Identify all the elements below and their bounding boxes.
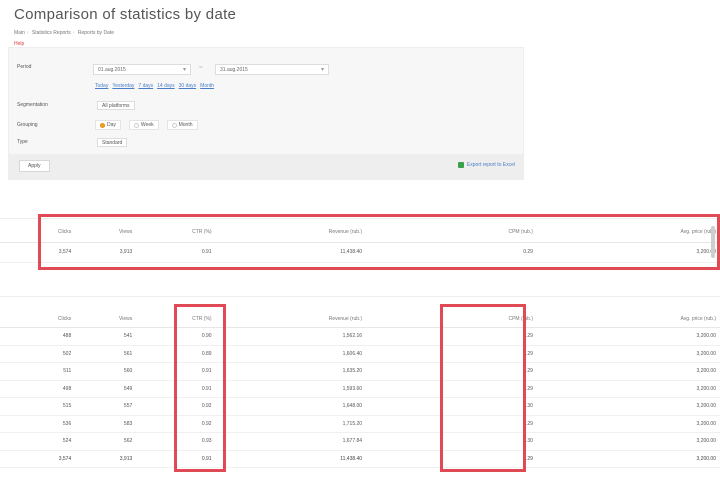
highlight-summary-box (38, 214, 720, 270)
group-option-week[interactable]: Week (128, 120, 159, 130)
table-row: 515 557 0.92 1,648.00 0.30 3,200.00 (0, 397, 720, 416)
table-row: 488 541 0.90 1,562.16 0.29 3,200.00 (0, 327, 720, 346)
type-label: Type (17, 139, 28, 145)
table-cell: 3,200.00 (536, 415, 720, 433)
table-cell: 1,562.16 (215, 327, 367, 346)
calendar-icon: ▾ (320, 67, 324, 73)
breadcrumb-item-main[interactable]: Main (14, 30, 25, 36)
highlight-cpm-column (440, 304, 526, 472)
date-to-input[interactable]: 31.aug.2015 ▾ (215, 64, 329, 75)
table-cell: 3,200.00 (536, 397, 720, 416)
date-separator: ~ (199, 65, 203, 71)
col-header-views[interactable]: Views (75, 310, 137, 328)
table-cell: 515 (0, 397, 76, 416)
quick-range-links: Today Yesterday 7 days 14 days 30 days M… (95, 83, 214, 89)
table-row: 498 549 0.91 1,593.60 0.29 3,200.00 (0, 380, 720, 398)
table-total-row: 3,574 3,913 0.91 11,438.40 0.29 3,200.00 (0, 450, 720, 468)
group-options: Day Week Month (95, 120, 198, 130)
table-cell: 1,635.20 (215, 362, 367, 381)
table-cell: 3,200.00 (536, 432, 720, 451)
breadcrumb: Main › Statistics Reports › Reports by Dat… (14, 30, 115, 36)
table-cell: 3,200.00 (536, 450, 720, 468)
quick-range-today[interactable]: Today (95, 83, 108, 89)
table-cell: 557 (75, 397, 137, 416)
highlight-ctr-column (174, 304, 226, 472)
table-cell: 511 (0, 362, 76, 381)
group-option-month[interactable]: Month (166, 120, 198, 130)
detail-header-row: Clicks Views CTR (%) Revenue (rub.) CPM … (0, 310, 720, 328)
table-cell: 1,648.00 (215, 397, 367, 416)
table-cell: 3,200.00 (536, 327, 720, 346)
table-cell: 562 (75, 432, 137, 451)
quick-range-14[interactable]: 14 days (157, 83, 175, 89)
excel-icon (457, 162, 464, 168)
filter-panel: Period 01.aug.2015 ▾ ~ 31.aug.2015 ▾ Today… (8, 47, 524, 180)
col-header-revenue[interactable]: Revenue (rub.) (215, 310, 367, 328)
table-cell: 498 (0, 380, 76, 398)
table-cell: 524 (0, 432, 76, 451)
export-excel-link[interactable]: Export report to Excel (457, 162, 515, 168)
col-header-avg-price[interactable]: Avg. price (rub.) (536, 310, 720, 328)
apply-button[interactable]: Apply (19, 160, 50, 172)
table-cell: 549 (75, 380, 137, 398)
table-cell: 3,913 (75, 450, 137, 468)
table-cell: 3,200.00 (536, 380, 720, 398)
breadcrumb-item-current: Reports by Date (77, 30, 115, 36)
group-option-day[interactable]: Day (95, 120, 121, 130)
page-title: Comparison of statistics by date (14, 6, 237, 23)
date-from-input[interactable]: 01.aug.2015 ▾ (93, 64, 191, 75)
table-cell: 1,677.84 (215, 432, 367, 451)
quick-range-30[interactable]: 30 days (179, 83, 197, 89)
breadcrumb-item-statistics[interactable]: Statistics Reports (32, 30, 71, 36)
table-row: 502 561 0.89 1,606.40 0.29 3,200.00 (0, 345, 720, 363)
period-label: Period (17, 64, 32, 70)
table-cell: 3,200.00 (536, 345, 720, 363)
quick-range-7[interactable]: 7 days (138, 83, 153, 89)
table-row: 524 562 0.93 1,677.84 0.30 3,200.00 (0, 432, 720, 451)
table-cell: 502 (0, 345, 76, 363)
quick-range-month[interactable]: Month (200, 83, 214, 89)
table-cell: 11,438.40 (215, 450, 367, 468)
table-cell: 1,593.60 (215, 380, 367, 398)
filter-toolbar: Apply Export report to Excel (9, 154, 523, 179)
table-cell: 1,715.20 (215, 415, 367, 433)
table-cell: 1,606.40 (215, 345, 367, 363)
type-select[interactable]: Standard (97, 138, 128, 147)
divider (0, 296, 720, 297)
table-cell: 541 (75, 327, 137, 346)
table-cell: 488 (0, 327, 76, 346)
table-cell: 536 (0, 415, 76, 433)
calendar-icon: ▾ (182, 67, 186, 73)
table-row: 536 583 0.92 1,715.20 0.29 3,200.00 (0, 415, 720, 433)
table-cell: 561 (75, 345, 137, 363)
table-cell: 3,574 (0, 450, 76, 468)
table-cell: 560 (75, 362, 137, 381)
quick-range-yesterday[interactable]: Yesterday (112, 83, 134, 89)
export-label: Export report to Excel (466, 162, 515, 168)
table-cell: 3,200.00 (536, 362, 720, 381)
table-row: 511 560 0.91 1,635.20 0.29 3,200.00 (0, 362, 720, 381)
detail-table: Clicks Views CTR (%) Revenue (rub.) CPM … (0, 310, 720, 468)
segment-label: Segmentation (17, 102, 48, 108)
table-cell: 583 (75, 415, 137, 433)
segment-select[interactable]: All platforms (97, 101, 135, 110)
group-label: Grouping (17, 122, 38, 128)
col-header-clicks[interactable]: Clicks (0, 310, 76, 328)
